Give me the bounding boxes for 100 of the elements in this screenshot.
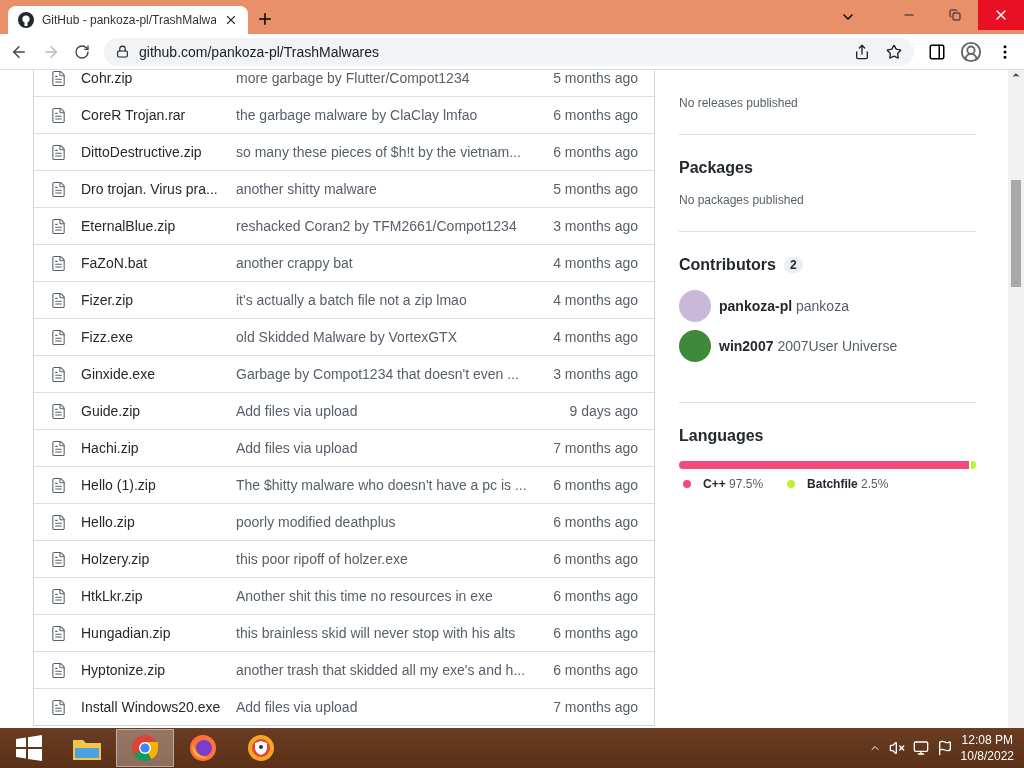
commit-message-link[interactable]: another shitty malware xyxy=(236,181,554,197)
commit-age: 6 months ago xyxy=(553,514,638,530)
file-icon xyxy=(50,365,67,383)
releases-text: No releases published xyxy=(679,96,799,110)
contributor-name[interactable]: pankoza-pl pankoza xyxy=(719,298,849,314)
commit-age: 5 months ago xyxy=(553,181,638,197)
file-icon xyxy=(50,624,67,642)
commit-message-link[interactable]: more garbage by Flutter/Compot1234 xyxy=(236,70,554,86)
file-name-link[interactable]: Install Windows20.exe xyxy=(81,699,236,715)
firefox-icon[interactable] xyxy=(189,734,217,762)
file-name-link[interactable]: CoreR Trojan.rar xyxy=(81,107,236,123)
commit-age: 3 months ago xyxy=(553,366,638,382)
address-bar[interactable]: github.com/pankoza-pl/TrashMalwares xyxy=(104,37,914,66)
commit-age: 7 months ago xyxy=(553,699,638,715)
share-icon[interactable] xyxy=(854,43,870,60)
commit-age: 7 months ago xyxy=(553,440,638,456)
file-name-link[interactable]: HtkLkr.zip xyxy=(81,588,236,604)
file-icon xyxy=(50,550,67,568)
file-icon xyxy=(50,180,67,198)
restore-icon xyxy=(949,9,961,21)
file-name-link[interactable]: Ginxide.exe xyxy=(81,366,236,382)
commit-message-link[interactable]: the garbage malware by ClaClay lmfao xyxy=(236,107,554,123)
file-name-link[interactable]: Hello.zip xyxy=(81,514,236,530)
file-icon xyxy=(50,587,67,605)
scroll-up-icon[interactable] xyxy=(1011,70,1021,80)
side-panel-icon[interactable] xyxy=(928,42,946,61)
scrollbar-track[interactable] xyxy=(1008,70,1024,728)
shield-icon[interactable] xyxy=(247,734,275,762)
commit-message-link[interactable]: another crappy bat xyxy=(236,255,554,271)
language-label[interactable]: Batchfile 2.5% xyxy=(807,477,889,491)
language-dot xyxy=(787,480,796,488)
commit-age: 6 months ago xyxy=(553,588,638,604)
commit-message-link[interactable]: Add files via upload xyxy=(236,403,570,419)
file-icon xyxy=(50,402,67,420)
commit-message-link[interactable]: this brainless skid will never stop with his alts xyxy=(236,625,554,641)
chrome-icon[interactable] xyxy=(131,734,159,762)
file-name-link[interactable]: FaZoN.bat xyxy=(81,255,236,271)
commit-age: 6 months ago xyxy=(553,477,638,493)
commit-message-link[interactable]: poorly modified deathplus xyxy=(236,514,554,530)
file-name-link[interactable]: Hyptonize.zip xyxy=(81,662,236,678)
file-name-link[interactable]: Fizer.zip xyxy=(81,292,236,308)
file-name-link[interactable]: Guide.zip xyxy=(81,403,236,419)
commit-age: 4 months ago xyxy=(553,255,638,271)
commit-message-link[interactable]: Add files via upload xyxy=(236,699,554,715)
file-name-link[interactable]: Holzery.zip xyxy=(81,551,236,567)
lock-icon xyxy=(116,45,129,58)
new-tab-icon[interactable] xyxy=(256,10,274,28)
commit-age: 6 months ago xyxy=(553,662,638,678)
contributor-name[interactable]: win2007 2007User Universe xyxy=(719,338,898,354)
file-icon xyxy=(50,143,67,161)
language-dot xyxy=(683,480,691,488)
close-icon[interactable] xyxy=(224,13,238,27)
file-icon xyxy=(50,291,67,309)
commit-age: 9 days ago xyxy=(569,403,638,419)
network-icon[interactable] xyxy=(912,740,929,756)
file-icon xyxy=(50,328,67,346)
commit-message-link[interactable]: reshacked Coran2 by TFM2661/Compot1234 xyxy=(236,218,554,234)
commit-message-link[interactable]: Garbage by Compot1234 that doesn't even ... xyxy=(236,366,554,382)
github-icon xyxy=(18,12,34,28)
flag-icon[interactable] xyxy=(936,740,953,756)
file-name-link[interactable]: DittoDestructive.zip xyxy=(81,144,236,160)
commit-message-link[interactable]: Another shit this time no resources in exe xyxy=(236,588,554,604)
file-icon xyxy=(50,217,67,235)
file-icon xyxy=(50,698,67,716)
file-name-link[interactable]: EternalBlue.zip xyxy=(81,218,236,234)
commit-message-link[interactable]: it's actually a batch file not a zip lmao xyxy=(236,292,554,308)
commit-age: 6 months ago xyxy=(553,107,638,123)
profile-icon[interactable] xyxy=(960,40,982,63)
commit-age: 4 months ago xyxy=(553,292,638,308)
star-icon[interactable] xyxy=(886,43,902,60)
file-name-link[interactable]: Hungadian.zip xyxy=(81,625,236,641)
commit-age: 4 months ago xyxy=(553,329,638,345)
avatar[interactable] xyxy=(679,330,711,362)
file-name-link[interactable]: Cohr.zip xyxy=(81,70,236,86)
file-icon xyxy=(50,106,67,124)
commit-age: 6 months ago xyxy=(553,551,638,567)
file-name-link[interactable]: Fizz.exe xyxy=(81,329,236,345)
packages-text: No packages published xyxy=(679,193,805,207)
volume-icon[interactable] xyxy=(888,740,905,756)
file-icon xyxy=(50,254,67,272)
file-name-link[interactable]: Hachi.zip xyxy=(81,440,236,456)
language-label[interactable]: C++ 97.5% xyxy=(703,477,764,491)
commit-message-link[interactable]: The $hitty malware who doesn't have a pc is ... xyxy=(236,477,554,493)
section-title: Packages xyxy=(679,159,753,177)
commit-message-link[interactable]: another trash that skidded all my exe's and h... xyxy=(236,662,554,678)
clock[interactable]: 12:08 PM 10/8/2022 xyxy=(960,732,1014,764)
file-name-link[interactable]: Hello (1).zip xyxy=(81,477,236,493)
file-icon xyxy=(50,661,67,679)
file-icon xyxy=(50,476,67,494)
file-name-link[interactable]: Dro trojan. Virus pra... xyxy=(81,181,236,197)
file-icon xyxy=(50,513,67,531)
commit-message-link[interactable]: Add files via upload xyxy=(236,440,554,456)
scrollbar-thumb[interactable] xyxy=(1011,180,1021,287)
commit-age: 6 months ago xyxy=(553,625,638,641)
commit-message-link[interactable]: this poor ripoff of holzer.exe xyxy=(236,551,554,567)
reload-icon[interactable] xyxy=(74,43,90,60)
commit-message-link[interactable]: old Skidded Malware by VortexGTX xyxy=(236,329,554,345)
file-icon xyxy=(50,70,67,87)
section-title[interactable]: Contributors xyxy=(679,256,776,274)
commit-message-link[interactable]: so many these pieces of $h!t by the vietnam... xyxy=(236,144,554,160)
